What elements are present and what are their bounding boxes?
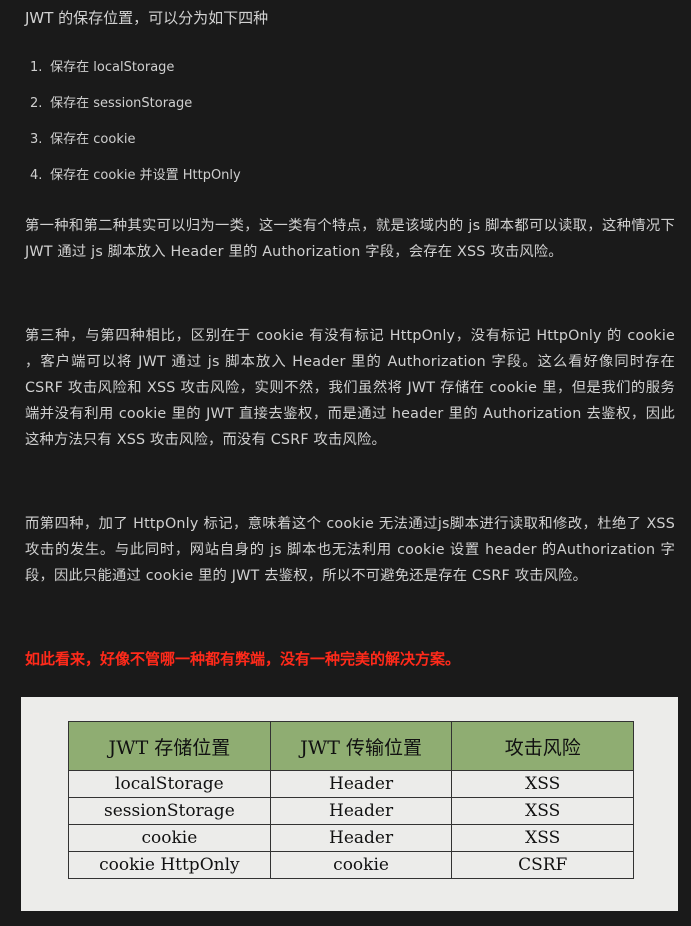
list-item-number: 3.: [30, 132, 43, 147]
table-cell: Header: [269, 797, 453, 825]
table-cell: XSS: [451, 824, 634, 852]
paragraph-fourth: 而第四种，加了 HttpOnly 标记，意味着这个 cookie 无法通过js脚…: [25, 516, 675, 584]
header-transport-location: JWT 传输位置: [269, 721, 453, 771]
article-page: JWT 的保存位置，可以分为如下四种 1. 保存在 localStorage 2…: [0, 0, 691, 926]
list-item-number: 1.: [30, 60, 43, 75]
paragraph-third: 第三种，与第四种相比，区别在于 cookie 有没有标记 HttpOnly，没有…: [25, 328, 675, 448]
table-cell: cookie: [269, 851, 453, 879]
comparison-table-figure: JWT 存储位置 JWT 传输位置 攻击风险 localStorage Head…: [21, 697, 678, 911]
paragraph-first-second: 第一种和第二种其实可以归为一类，这一类有个特点，就是该域内的 js 脚本都可以读…: [25, 218, 675, 260]
table-cell: cookie HttpOnly: [68, 851, 271, 879]
list-item: 3. 保存在 cookie: [30, 128, 241, 164]
list-item-text: 保存在 sessionStorage: [50, 96, 193, 111]
list-item-text: 保存在 localStorage: [50, 60, 175, 75]
list-item: 1. 保存在 localStorage: [30, 56, 241, 92]
table-cell: XSS: [451, 797, 634, 825]
table-row: cookie Header XSS: [68, 824, 634, 852]
intro-text: JWT 的保存位置，可以分为如下四种: [25, 9, 269, 27]
table-cell: Header: [269, 824, 453, 852]
table-cell: CSRF: [451, 851, 634, 879]
table-row: cookie HttpOnly cookie CSRF: [68, 851, 634, 879]
list-item-number: 2.: [30, 96, 43, 111]
list-item: 4. 保存在 cookie 并设置 HttpOnly: [30, 164, 241, 200]
table-cell: Header: [269, 770, 453, 798]
table-cell: XSS: [451, 770, 634, 798]
table-row: localStorage Header XSS: [68, 770, 634, 798]
header-attack-risk: 攻击风险: [451, 721, 634, 771]
comparison-table: JWT 存储位置 JWT 传输位置 攻击风险 localStorage Head…: [68, 721, 634, 879]
list-item-text: 保存在 cookie: [50, 132, 136, 147]
list-item-text: 保存在 cookie 并设置 HttpOnly: [50, 168, 241, 183]
list-item: 2. 保存在 sessionStorage: [30, 92, 241, 128]
storage-options-list: 1. 保存在 localStorage 2. 保存在 sessionStorag…: [30, 56, 241, 200]
table-header-row: JWT 存储位置 JWT 传输位置 攻击风险: [68, 721, 634, 771]
list-item-number: 4.: [30, 168, 43, 183]
table-row: sessionStorage Header XSS: [68, 797, 634, 825]
table-cell: sessionStorage: [68, 797, 271, 825]
table-cell: localStorage: [68, 770, 271, 798]
conclusion-warning: 如此看来，好像不管哪一种都有弊端，没有一种完美的解决方案。: [25, 650, 461, 668]
header-storage-location: JWT 存储位置: [68, 721, 271, 771]
table-cell: cookie: [68, 824, 271, 852]
